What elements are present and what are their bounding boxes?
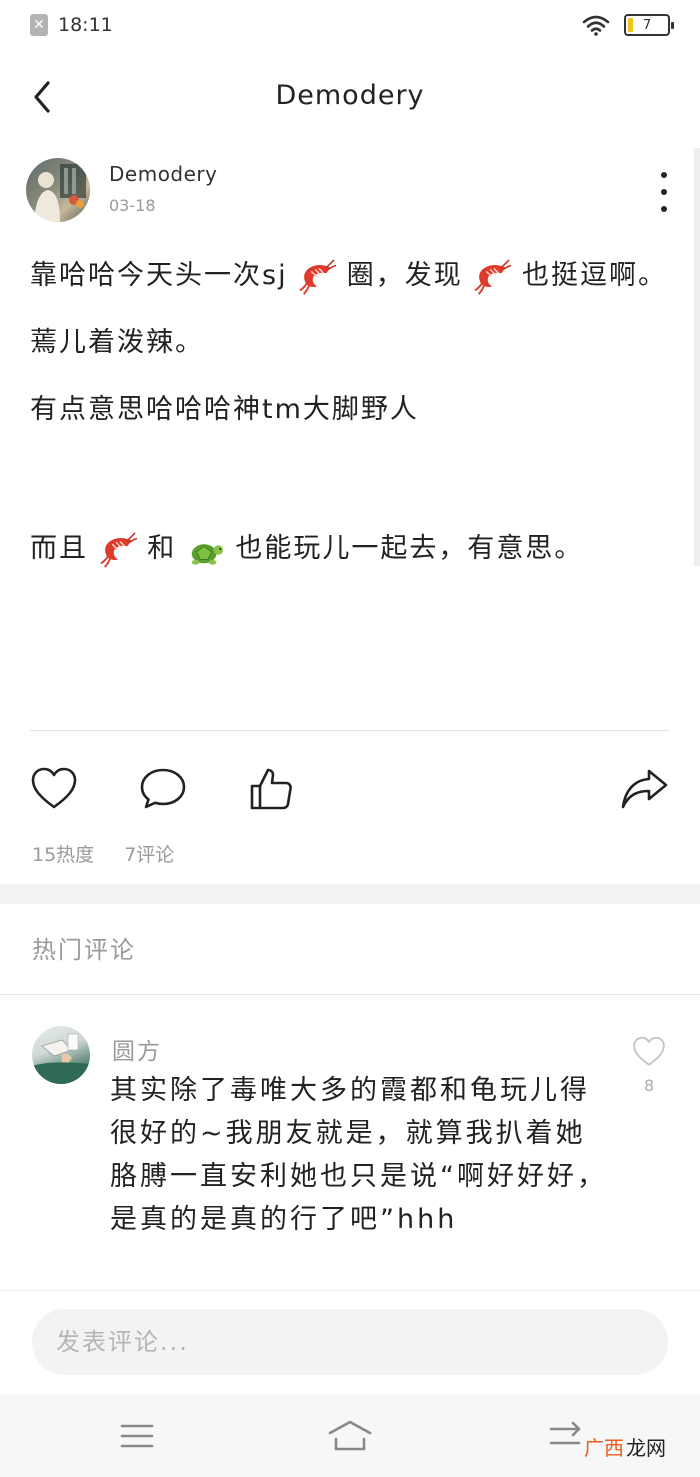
post-text: 也挺逗啊。: [521, 260, 667, 291]
menu-button[interactable]: [112, 1414, 162, 1458]
return-icon: [549, 1421, 581, 1445]
battery-level: [628, 18, 633, 32]
divider: [0, 994, 700, 995]
divider: [30, 730, 670, 731]
watermark: 广西 龙网: [584, 1432, 666, 1461]
chat-bubble-icon: [140, 768, 186, 809]
comment-bar: [0, 1290, 700, 1394]
author-avatar[interactable]: [26, 158, 90, 222]
status-right: 7: [582, 14, 674, 36]
commenter-avatar[interactable]: [32, 1026, 90, 1084]
thumbs-up-icon: [250, 768, 292, 810]
post-paragraph: 靠哈哈今天头一次sj 圈，发现 也挺逗啊。: [30, 252, 670, 300]
author-name[interactable]: Demodery: [109, 162, 217, 186]
status-time: 18:11: [58, 14, 113, 36]
comment-input[interactable]: [32, 1309, 668, 1375]
post-text: 和: [147, 533, 177, 564]
comment-item: 圆方 其实除了毒唯大多的霞都和龟玩儿得很好的~我朋友就是，就算我扒着她胳膊一直安…: [0, 1024, 700, 1289]
wifi-icon: [582, 15, 610, 36]
comment-like-count: 8: [644, 1076, 655, 1095]
battery-percent: 7: [642, 17, 652, 33]
post-stats: 15热度 7评论: [32, 840, 174, 867]
heat-count[interactable]: 15热度: [32, 840, 94, 867]
share-button[interactable]: [620, 764, 670, 814]
post-text: 圈，发现: [346, 260, 463, 291]
home-icon: [328, 1420, 372, 1451]
post-actions: [0, 760, 700, 820]
home-button[interactable]: [325, 1414, 375, 1458]
comment-like-button[interactable]: [632, 1036, 666, 1070]
recent-apps-button[interactable]: [540, 1414, 590, 1458]
hot-comments-title: 热门评论: [32, 936, 136, 964]
post-text: 也能玩儿一起去，有意思。: [235, 533, 584, 564]
share-arrow-icon: [621, 769, 668, 809]
like-button[interactable]: [29, 764, 79, 814]
avatar-photo: [32, 1033, 90, 1084]
commenter-name[interactable]: 圆方: [112, 1032, 162, 1066]
shrimp-icon: [299, 258, 337, 295]
section-separator: [0, 884, 700, 904]
avatar-photo: [34, 164, 86, 222]
post-paragraph: 而且 和 也能玩儿一起去，有意思。: [30, 525, 670, 573]
comment-text: 其实除了毒唯大多的霞都和龟玩儿得很好的~我朋友就是，就算我扒着她胳膊一直安利她也…: [110, 1075, 607, 1235]
post-text: 靠哈哈今天头一次sj: [30, 260, 288, 291]
more-dot-icon: [661, 206, 667, 212]
shrimp-icon: [100, 531, 137, 568]
more-dot-icon: [661, 189, 667, 195]
comment-button[interactable]: [138, 764, 188, 814]
post-paragraph: 蔫儿着泼辣。: [30, 319, 670, 367]
scrollbar[interactable]: [694, 148, 700, 566]
status-bar: ✕ 18:11 7: [0, 0, 700, 54]
post-body: 靠哈哈今天头一次sj 圈，发现 也挺逗啊。 蔫儿着泼辣。 有点意思哈哈哈神tm大…: [30, 252, 670, 592]
page-title: Demodery: [275, 80, 425, 111]
shrimp-icon: [474, 258, 512, 295]
watermark-part: 龙网: [626, 1436, 666, 1460]
thumbs-up-button[interactable]: [246, 764, 296, 814]
post-header: Demodery 03-18: [26, 158, 676, 228]
post-paragraph: 有点意思哈哈哈神tm大脚野人: [30, 386, 670, 434]
post-date: 03-18: [109, 196, 156, 215]
post-text: 而且: [30, 533, 88, 564]
more-dot-icon: [661, 172, 667, 178]
menu-icon: [120, 1424, 154, 1448]
top-nav-bar: Demodery: [0, 54, 700, 144]
notification-close-icon: ✕: [30, 14, 48, 36]
comment-count[interactable]: 7评论: [124, 840, 174, 867]
turtle-icon: [191, 543, 223, 565]
more-options-button[interactable]: [652, 172, 676, 212]
watermark-part: 广西: [584, 1436, 624, 1460]
battery-icon: 7: [624, 14, 674, 36]
post-text: 蔫儿着泼辣。: [30, 327, 204, 358]
heart-icon: [31, 767, 77, 809]
status-left: ✕ 18:11: [30, 14, 113, 36]
post-text: 有点意思哈哈哈神tm大脚野人: [30, 394, 419, 425]
heart-icon: [633, 1036, 665, 1066]
